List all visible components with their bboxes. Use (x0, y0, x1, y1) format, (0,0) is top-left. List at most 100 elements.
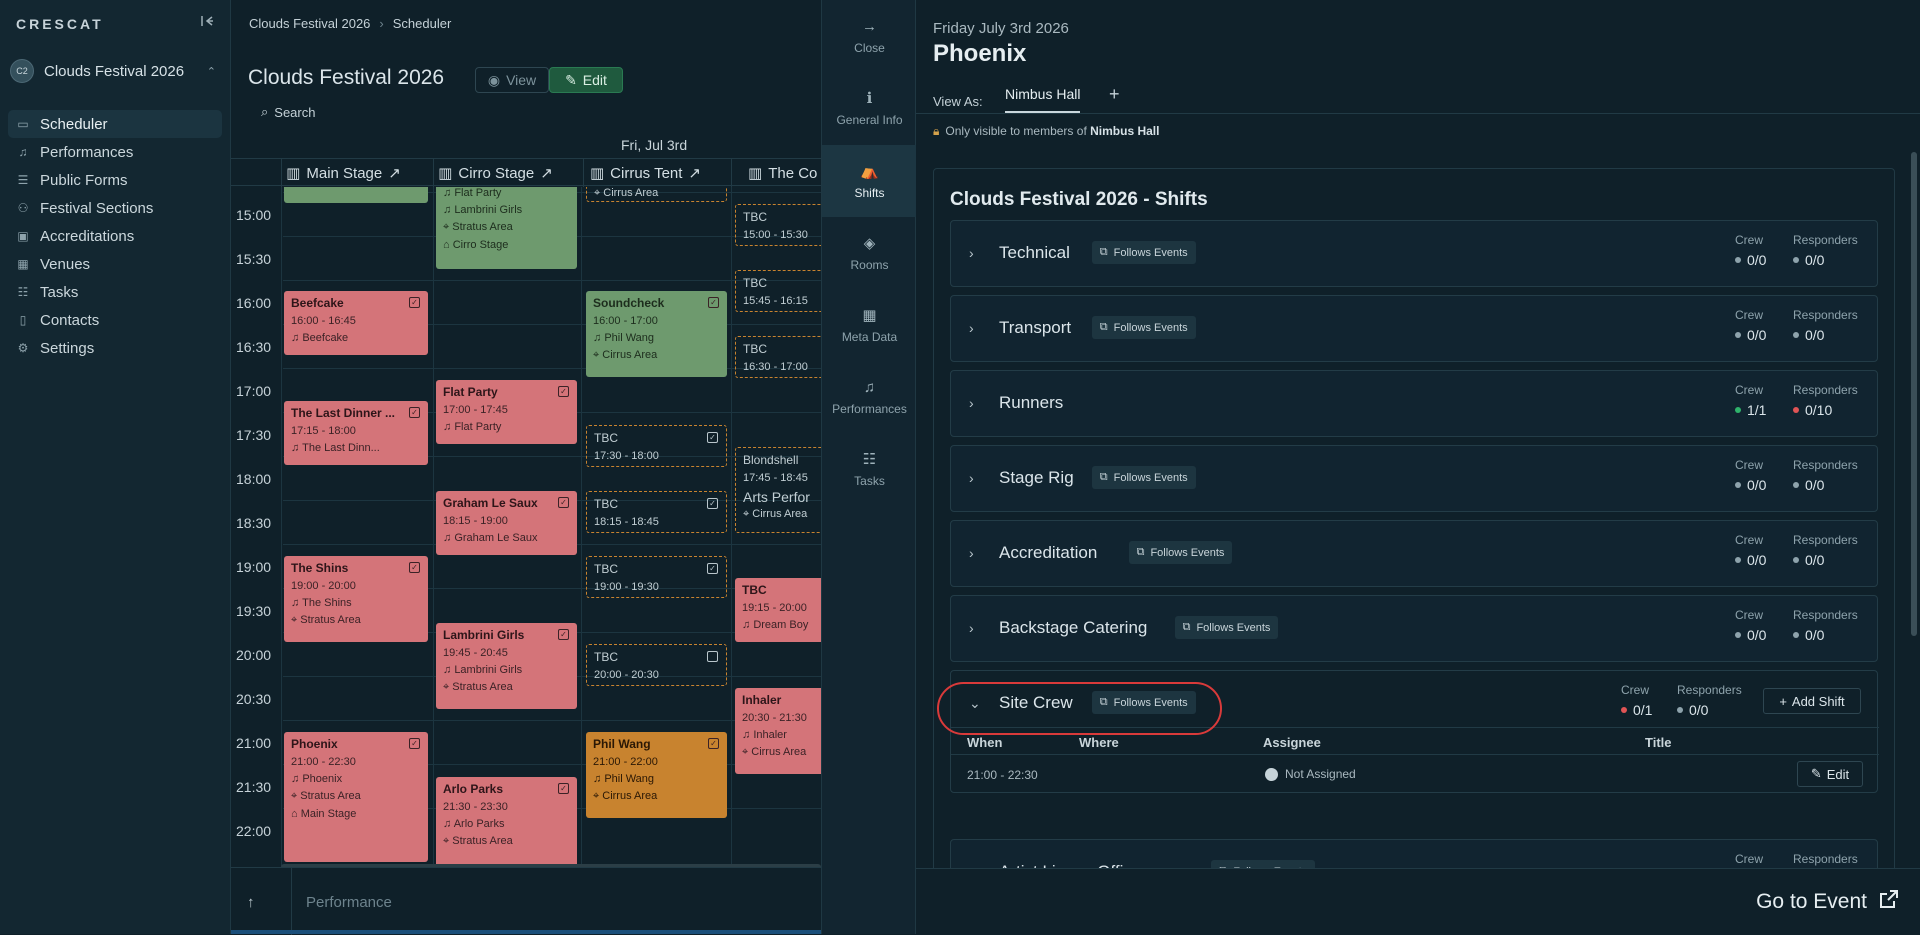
checkbox-icon[interactable]: ✓ (409, 562, 420, 573)
shift-when: 21:00 - 22:30 (967, 768, 1038, 782)
shift-group-transport[interactable]: › Transport ⧉ Follows Events Crew Responders 0… (950, 295, 1878, 362)
column-cirrus-tent[interactable]: ▥ Cirrus Tent ↗ (583, 159, 707, 187)
checkbox-icon[interactable]: ✓ (708, 738, 719, 749)
shift-group-accreditation[interactable]: › Accreditation ⧉ Follows Events Crew Respond… (950, 520, 1878, 587)
sidebar-item-performances[interactable]: ♫ Performances (8, 138, 222, 166)
sidebar-item-settings[interactable]: ⚙ Settings (8, 334, 222, 362)
sidebar-item-venues[interactable]: ▦ Venues (8, 250, 222, 278)
event-block[interactable]: Graham Le Saux 18:15 - 19:00 ♫ Graham Le… (436, 491, 577, 555)
info-icon: ℹ (866, 90, 873, 107)
checkbox-icon[interactable]: ✓ (558, 497, 569, 508)
breadcrumb-scheduler[interactable]: Scheduler (393, 16, 452, 31)
checkbox-icon[interactable]: ✓ (409, 407, 420, 418)
event-block[interactable]: ⌖ Cirrus Area (586, 187, 727, 202)
event-block[interactable]: Beefcake 16:00 - 16:45 ♫ Beefcake ✓ (284, 291, 428, 355)
sidebar-item-scheduler[interactable]: ▭ Scheduler (8, 110, 222, 138)
event-block[interactable]: Inhaler 20:30 - 21:30 ♫ Inhaler ⌖ Cirrus… (735, 688, 821, 774)
rail-meta-data[interactable]: ▦ Meta Data (822, 289, 917, 361)
avatar (1265, 767, 1278, 781)
checkbox-icon[interactable]: ✓ (409, 297, 420, 308)
event-block[interactable]: TBC 18:15 - 18:45 ✓ (586, 491, 727, 533)
event-block[interactable]: Phoenix 21:00 - 22:30 ♫ Phoenix ⌖ Stratu… (284, 732, 428, 862)
responders-label: Responders (1793, 233, 1858, 247)
search-button[interactable]: ⌕ Search (261, 104, 315, 120)
performance-name: Flat Party (454, 187, 502, 199)
shift-assignee[interactable]: Not Assigned (1265, 767, 1356, 781)
shift-group-technical[interactable]: › Technical ⧉ Follows Events Crew Responders 0… (950, 220, 1878, 287)
rail-close[interactable]: → Close (822, 0, 917, 72)
checkbox-icon[interactable]: ✓ (707, 432, 718, 443)
shift-group-runners[interactable]: › Runners Crew Responders 1/1 0/10 (950, 370, 1878, 437)
festival-selector[interactable]: C2 Clouds Festival 2026 ⌃ (10, 56, 222, 86)
column-main-stage[interactable]: ▥ Main Stage ↗ (281, 159, 405, 187)
breadcrumb-festival[interactable]: Clouds Festival 2026 (249, 16, 370, 31)
event-block[interactable]: TBC 19:15 - 20:00 ♫ Dream Boy (735, 578, 821, 642)
add-shift-button[interactable]: + Add Shift (1763, 688, 1861, 714)
checkbox-icon[interactable] (707, 651, 718, 662)
event-block[interactable]: TBC 19:00 - 19:30 ✓ (586, 556, 727, 598)
view-mode-button[interactable]: ◉ View (475, 67, 549, 93)
checkbox-icon[interactable]: ✓ (707, 498, 718, 509)
event-block[interactable] (284, 187, 428, 203)
event-block[interactable]: The Shins 19:00 - 20:00 ♫ The Shins ⌖ St… (284, 556, 428, 642)
checkbox-icon[interactable]: ✓ (708, 297, 719, 308)
checkbox-icon[interactable]: ✓ (707, 563, 718, 574)
sidebar-item-contacts[interactable]: ▯ Contacts (8, 306, 222, 334)
sidebar-item-public-forms[interactable]: ☰ Public Forms (8, 166, 222, 194)
external-link-icon[interactable]: ↗ (540, 164, 553, 182)
arrow-up-icon[interactable]: ↑ (247, 894, 255, 911)
external-link-icon[interactable]: ↗ (688, 164, 701, 182)
collapse-left-icon[interactable] (200, 14, 218, 32)
go-to-event-button[interactable]: Go to Event (1756, 889, 1899, 915)
sidebar-item-festival-sections[interactable]: ⚇ Festival Sections (8, 194, 222, 222)
add-tab-button[interactable]: + (1109, 84, 1120, 105)
rail-shifts[interactable]: ⛺ Shifts (822, 145, 917, 217)
bottom-bar-label[interactable]: Performance (306, 894, 392, 911)
crew-label: Crew (1735, 308, 1764, 322)
event-block[interactable]: Lambrini Girls 19:45 - 20:45 ♫ Lambrini … (436, 623, 577, 709)
event-block[interactable]: TBC 15:45 - 16:15 (735, 270, 821, 312)
tasks-icon: ☷ (862, 451, 877, 468)
column-the-co[interactable]: ▥ The Co (731, 159, 821, 187)
event-block[interactable]: TBC 17:30 - 18:00 ✓ (586, 425, 727, 467)
checkbox-icon[interactable]: ✓ (558, 629, 569, 640)
chevron-right-icon[interactable]: › (969, 545, 974, 561)
event-block[interactable]: TBC 15:00 - 15:30 (735, 204, 821, 246)
chevron-right-icon[interactable]: › (969, 320, 974, 336)
rail-performances[interactable]: ♫ Performances (822, 361, 917, 433)
chevron-right-icon[interactable]: › (969, 395, 974, 411)
column-cirro-stage[interactable]: ▥ Cirro Stage ↗ (433, 159, 557, 187)
shift-group-backstage-catering[interactable]: › Backstage Catering ⧉ Follows Events Crew Re… (950, 595, 1878, 662)
event-block[interactable]: Soundcheck 16:00 - 17:00 ♫ Phil Wang ⌖ C… (586, 291, 727, 377)
rail-general-info[interactable]: ℹ General Info (822, 72, 917, 144)
checkbox-icon[interactable]: ✓ (558, 783, 569, 794)
event-block[interactable]: TBC 20:00 - 20:30 (586, 644, 727, 686)
tab-nimbus-hall[interactable]: Nimbus Hall (1005, 86, 1081, 113)
external-link-icon (1879, 889, 1899, 915)
checkbox-icon[interactable]: ✓ (558, 386, 569, 397)
shift-group-stage-rig[interactable]: › Stage Rig ⧉ Follows Events Crew Responders 0… (950, 445, 1878, 512)
table-row[interactable]: 21:00 - 22:30 Not Assigned ✎ Edit (951, 755, 1879, 793)
event-block[interactable]: The Last Dinner ... 17:15 - 18:00 ♫ The … (284, 401, 428, 465)
event-block[interactable]: ♫ Flat Party ♫ Lambrini Girls ⌖ Stratus … (436, 187, 577, 269)
event-block[interactable]: Phil Wang 21:00 - 22:00 ♫ Phil Wang ⌖ Ci… (586, 732, 727, 818)
event-block[interactable]: TBC 16:30 - 17:00 (735, 336, 821, 378)
edit-shift-button[interactable]: ✎ Edit (1797, 761, 1863, 787)
checkbox-icon[interactable]: ✓ (409, 738, 420, 749)
sidebar-item-tasks[interactable]: ☷ Tasks (8, 278, 222, 306)
event-block[interactable]: Flat Party 17:00 - 17:45 ♫ Flat Party ✓ (436, 380, 577, 444)
event-block[interactable]: Arlo Parks 21:30 - 23:30 ♫ Arlo Parks ⌖ … (436, 777, 577, 867)
sidebar-item-accreditations[interactable]: ▣ Accreditations (8, 222, 222, 250)
chevron-right-icon[interactable]: › (969, 470, 974, 486)
rail-rooms[interactable]: ◈ Rooms (822, 217, 917, 289)
chevron-right-icon[interactable]: › (969, 245, 974, 261)
rail-tasks[interactable]: ☷ Tasks (822, 433, 917, 505)
external-link-icon[interactable]: ↗ (388, 164, 401, 182)
status-dot (1735, 632, 1741, 638)
event-time: 21:00 - 22:00 (593, 756, 658, 768)
vertical-scrollbar[interactable] (1911, 152, 1917, 636)
page-title: Clouds Festival 2026 (248, 66, 445, 89)
event-block[interactable]: Blondshell 17:45 - 18:45 Arts Perfor ⌖ C… (735, 447, 821, 533)
edit-mode-button[interactable]: ✎ Edit (549, 67, 623, 93)
chevron-right-icon[interactable]: › (969, 620, 974, 636)
